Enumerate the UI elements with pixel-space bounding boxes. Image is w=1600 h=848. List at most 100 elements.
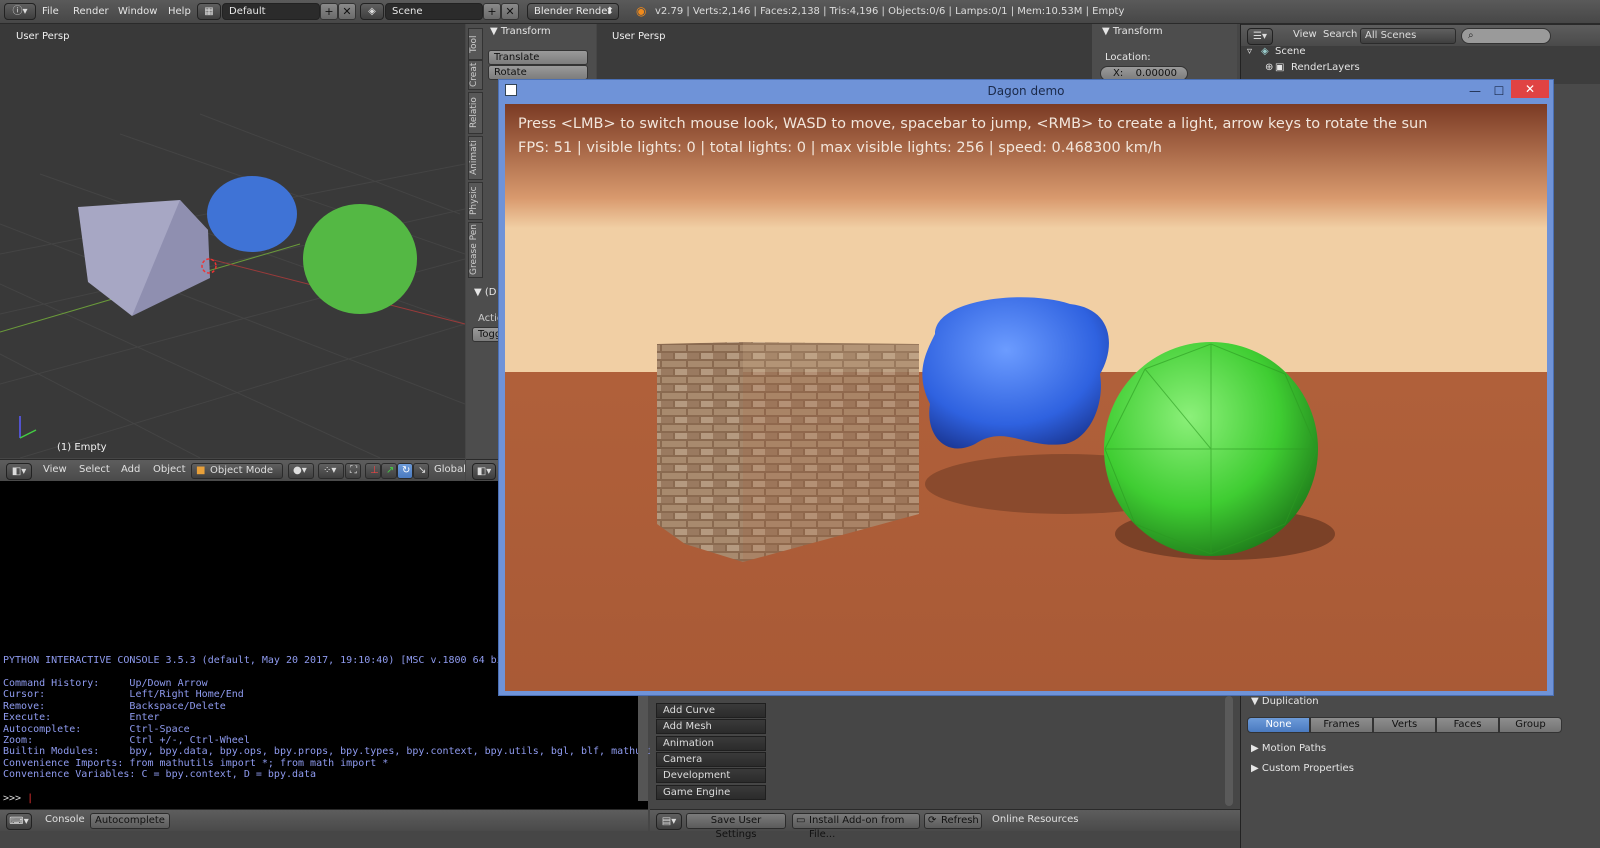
search-icon: ⌕ xyxy=(1468,30,1474,41)
addons-scrollbar[interactable] xyxy=(1225,696,1233,806)
tab-tool[interactable]: Tool xyxy=(468,28,483,60)
outliner-type-icon[interactable]: ☰▾ xyxy=(1247,28,1273,45)
mode-select[interactable]: ■ Object Mode xyxy=(191,463,283,479)
tree-item-render-layers[interactable]: RenderLayers xyxy=(1291,62,1360,73)
add-menu[interactable]: Add xyxy=(121,464,140,475)
snap-icon[interactable]: ⛶ xyxy=(345,463,361,479)
dup-verts-button[interactable]: Verts xyxy=(1373,717,1436,733)
object-properties: ▼ Duplication None Frames Verts Faces Gr… xyxy=(1240,696,1600,848)
tree-expand-icon-2[interactable]: ⊕ xyxy=(1265,62,1273,73)
category-add-curve[interactable]: Add Curve xyxy=(656,703,766,718)
manipulator-icon[interactable]: ⊥ xyxy=(365,463,381,479)
console-prompt[interactable]: >>> | xyxy=(3,793,33,804)
duplication-label: Duplication xyxy=(1261,696,1319,707)
top-menu-bar: ⓘ▾ File Render Window Help ▦ Default + ✕… xyxy=(0,0,1600,24)
tab-grease-pencil[interactable]: Grease Pen xyxy=(468,222,483,278)
minimize-button[interactable]: — xyxy=(1463,80,1487,102)
prompt-text: >>> xyxy=(3,793,28,804)
tree-expand-icon[interactable]: ▿ xyxy=(1247,46,1252,57)
outliner-view-menu[interactable]: View xyxy=(1293,29,1317,40)
tab-create[interactable]: Creat xyxy=(468,60,483,90)
demo-render-canvas[interactable]: Press <LMB> to switch mouse look, WASD t… xyxy=(505,104,1547,691)
remove-scene-button[interactable]: ✕ xyxy=(501,3,519,20)
remove-layout-button[interactable]: ✕ xyxy=(338,3,356,20)
rotate-button[interactable]: Rotate xyxy=(488,65,588,80)
menu-help[interactable]: Help xyxy=(168,3,191,20)
dup-frames-button[interactable]: Frames xyxy=(1310,717,1373,733)
menu-window[interactable]: Window xyxy=(118,3,157,20)
category-animation[interactable]: Animation xyxy=(656,736,766,751)
pivot-select[interactable]: ⁘▾ xyxy=(318,463,344,479)
center-viewport-label: User Persp xyxy=(612,31,666,42)
save-user-settings-button[interactable]: Save User Settings xyxy=(686,813,786,840)
dup-faces-button[interactable]: Faces xyxy=(1436,717,1499,733)
help-overlay-text: Press <LMB> to switch mouse look, WASD t… xyxy=(518,116,1428,132)
orientation-label[interactable]: Global xyxy=(434,464,466,475)
tab-relations[interactable]: Relatio xyxy=(468,92,483,134)
scene-objects xyxy=(19,176,417,439)
tab-animation[interactable]: Animati xyxy=(468,136,483,180)
info-editor-icon[interactable]: ⓘ▾ xyxy=(4,3,36,20)
motion-paths-panel[interactable]: ▶ Motion Paths xyxy=(1251,743,1326,754)
add-scene-button[interactable]: + xyxy=(483,3,501,20)
custom-properties-panel[interactable]: ▶ Custom Properties xyxy=(1251,763,1354,774)
refresh-icon: ⟳ xyxy=(928,815,937,826)
scale-icon[interactable]: ↘ xyxy=(413,463,429,479)
render-engine-select[interactable]: Blender Render ⬍ xyxy=(527,3,619,20)
duplication-title[interactable]: ▼ Duplication xyxy=(1251,696,1319,707)
n-panel-title: ▼ Transform xyxy=(1102,26,1163,37)
layout-field[interactable]: Default xyxy=(222,3,320,20)
scene-icon[interactable]: ◈ xyxy=(360,3,384,20)
category-add-mesh[interactable]: Add Mesh xyxy=(656,719,766,734)
category-game-engine[interactable]: Game Engine xyxy=(656,785,766,800)
console-line: Remove: Backspace/Delete xyxy=(3,701,226,712)
layout-icon[interactable]: ▦ xyxy=(197,3,221,20)
demo-titlebar[interactable]: Dagon demo — ☐ ✕ xyxy=(499,80,1553,104)
cube-mode-icon: ■ xyxy=(196,465,206,476)
suzanne-monkey xyxy=(922,297,1109,449)
scene-field[interactable]: Scene xyxy=(385,3,483,20)
left-3d-viewport[interactable]: User Persp (1) Empty xyxy=(0,24,465,458)
console-menu[interactable]: Console xyxy=(45,814,85,825)
left-viewport-header: ◧▾ View Select Add Object ■ Object Mode ●… xyxy=(0,459,466,481)
editor-type-icon[interactable]: ◧▾ xyxy=(6,463,32,480)
render-layers-icon: ▣ xyxy=(1275,62,1285,73)
display-mode-select[interactable]: All Scenes xyxy=(1360,28,1456,44)
menu-file[interactable]: File xyxy=(42,3,59,20)
center-editor-type-icon[interactable]: ◧▾ xyxy=(472,463,496,480)
render-engine-label: Blender Render xyxy=(534,6,612,17)
folder-icon: ▭ xyxy=(796,815,806,826)
console-line: Convenience Variables: C = bpy.context, … xyxy=(3,769,317,780)
outliner-search-input[interactable]: ⌕ xyxy=(1461,28,1551,44)
object-menu[interactable]: Object xyxy=(153,464,186,475)
shading-select[interactable]: ●▾ xyxy=(288,463,314,479)
center-3d-viewport[interactable]: User Persp xyxy=(597,24,1092,84)
view-menu[interactable]: View xyxy=(43,464,67,475)
dup-group-button[interactable]: Group xyxy=(1499,717,1562,733)
install-addon-button[interactable]: ▭ Install Add-on from File... xyxy=(792,813,920,840)
brick-cube-left-face xyxy=(657,342,743,562)
online-resources-menu[interactable]: Online Resources xyxy=(992,814,1079,825)
outliner-search-menu[interactable]: Search xyxy=(1323,29,1357,40)
autocomplete-button[interactable]: Autocomplete xyxy=(90,813,170,829)
add-layout-button[interactable]: + xyxy=(320,3,338,20)
menu-render[interactable]: Render xyxy=(73,3,109,20)
translate-icon[interactable]: ↗ xyxy=(381,463,397,479)
console-footer: ⌨▾ Console Autocomplete xyxy=(0,809,648,831)
close-button[interactable]: ✕ xyxy=(1511,80,1549,98)
chevron-down-icon: ⬍ xyxy=(605,6,614,17)
console-type-icon[interactable]: ⌨▾ xyxy=(6,813,32,830)
maximize-button[interactable]: ☐ xyxy=(1487,80,1511,102)
refresh-button[interactable]: ⟳ Refresh xyxy=(924,813,982,829)
select-menu[interactable]: Select xyxy=(79,464,110,475)
category-development[interactable]: Development xyxy=(656,768,766,783)
category-camera[interactable]: Camera xyxy=(656,752,766,767)
rotate-icon[interactable]: ↻ xyxy=(397,463,413,479)
translate-button[interactable]: Translate xyxy=(488,50,588,65)
tree-item-scene[interactable]: Scene xyxy=(1275,46,1306,57)
prefs-type-icon[interactable]: ▤▾ xyxy=(656,813,682,830)
dup-none-button[interactable]: None xyxy=(1247,717,1310,733)
tab-physics[interactable]: Physic xyxy=(468,182,483,220)
install-addon-label: Install Add-on from File... xyxy=(809,815,905,840)
dagon-demo-window[interactable]: Dagon demo — ☐ ✕ Press <LMB> to switch m… xyxy=(498,79,1554,696)
